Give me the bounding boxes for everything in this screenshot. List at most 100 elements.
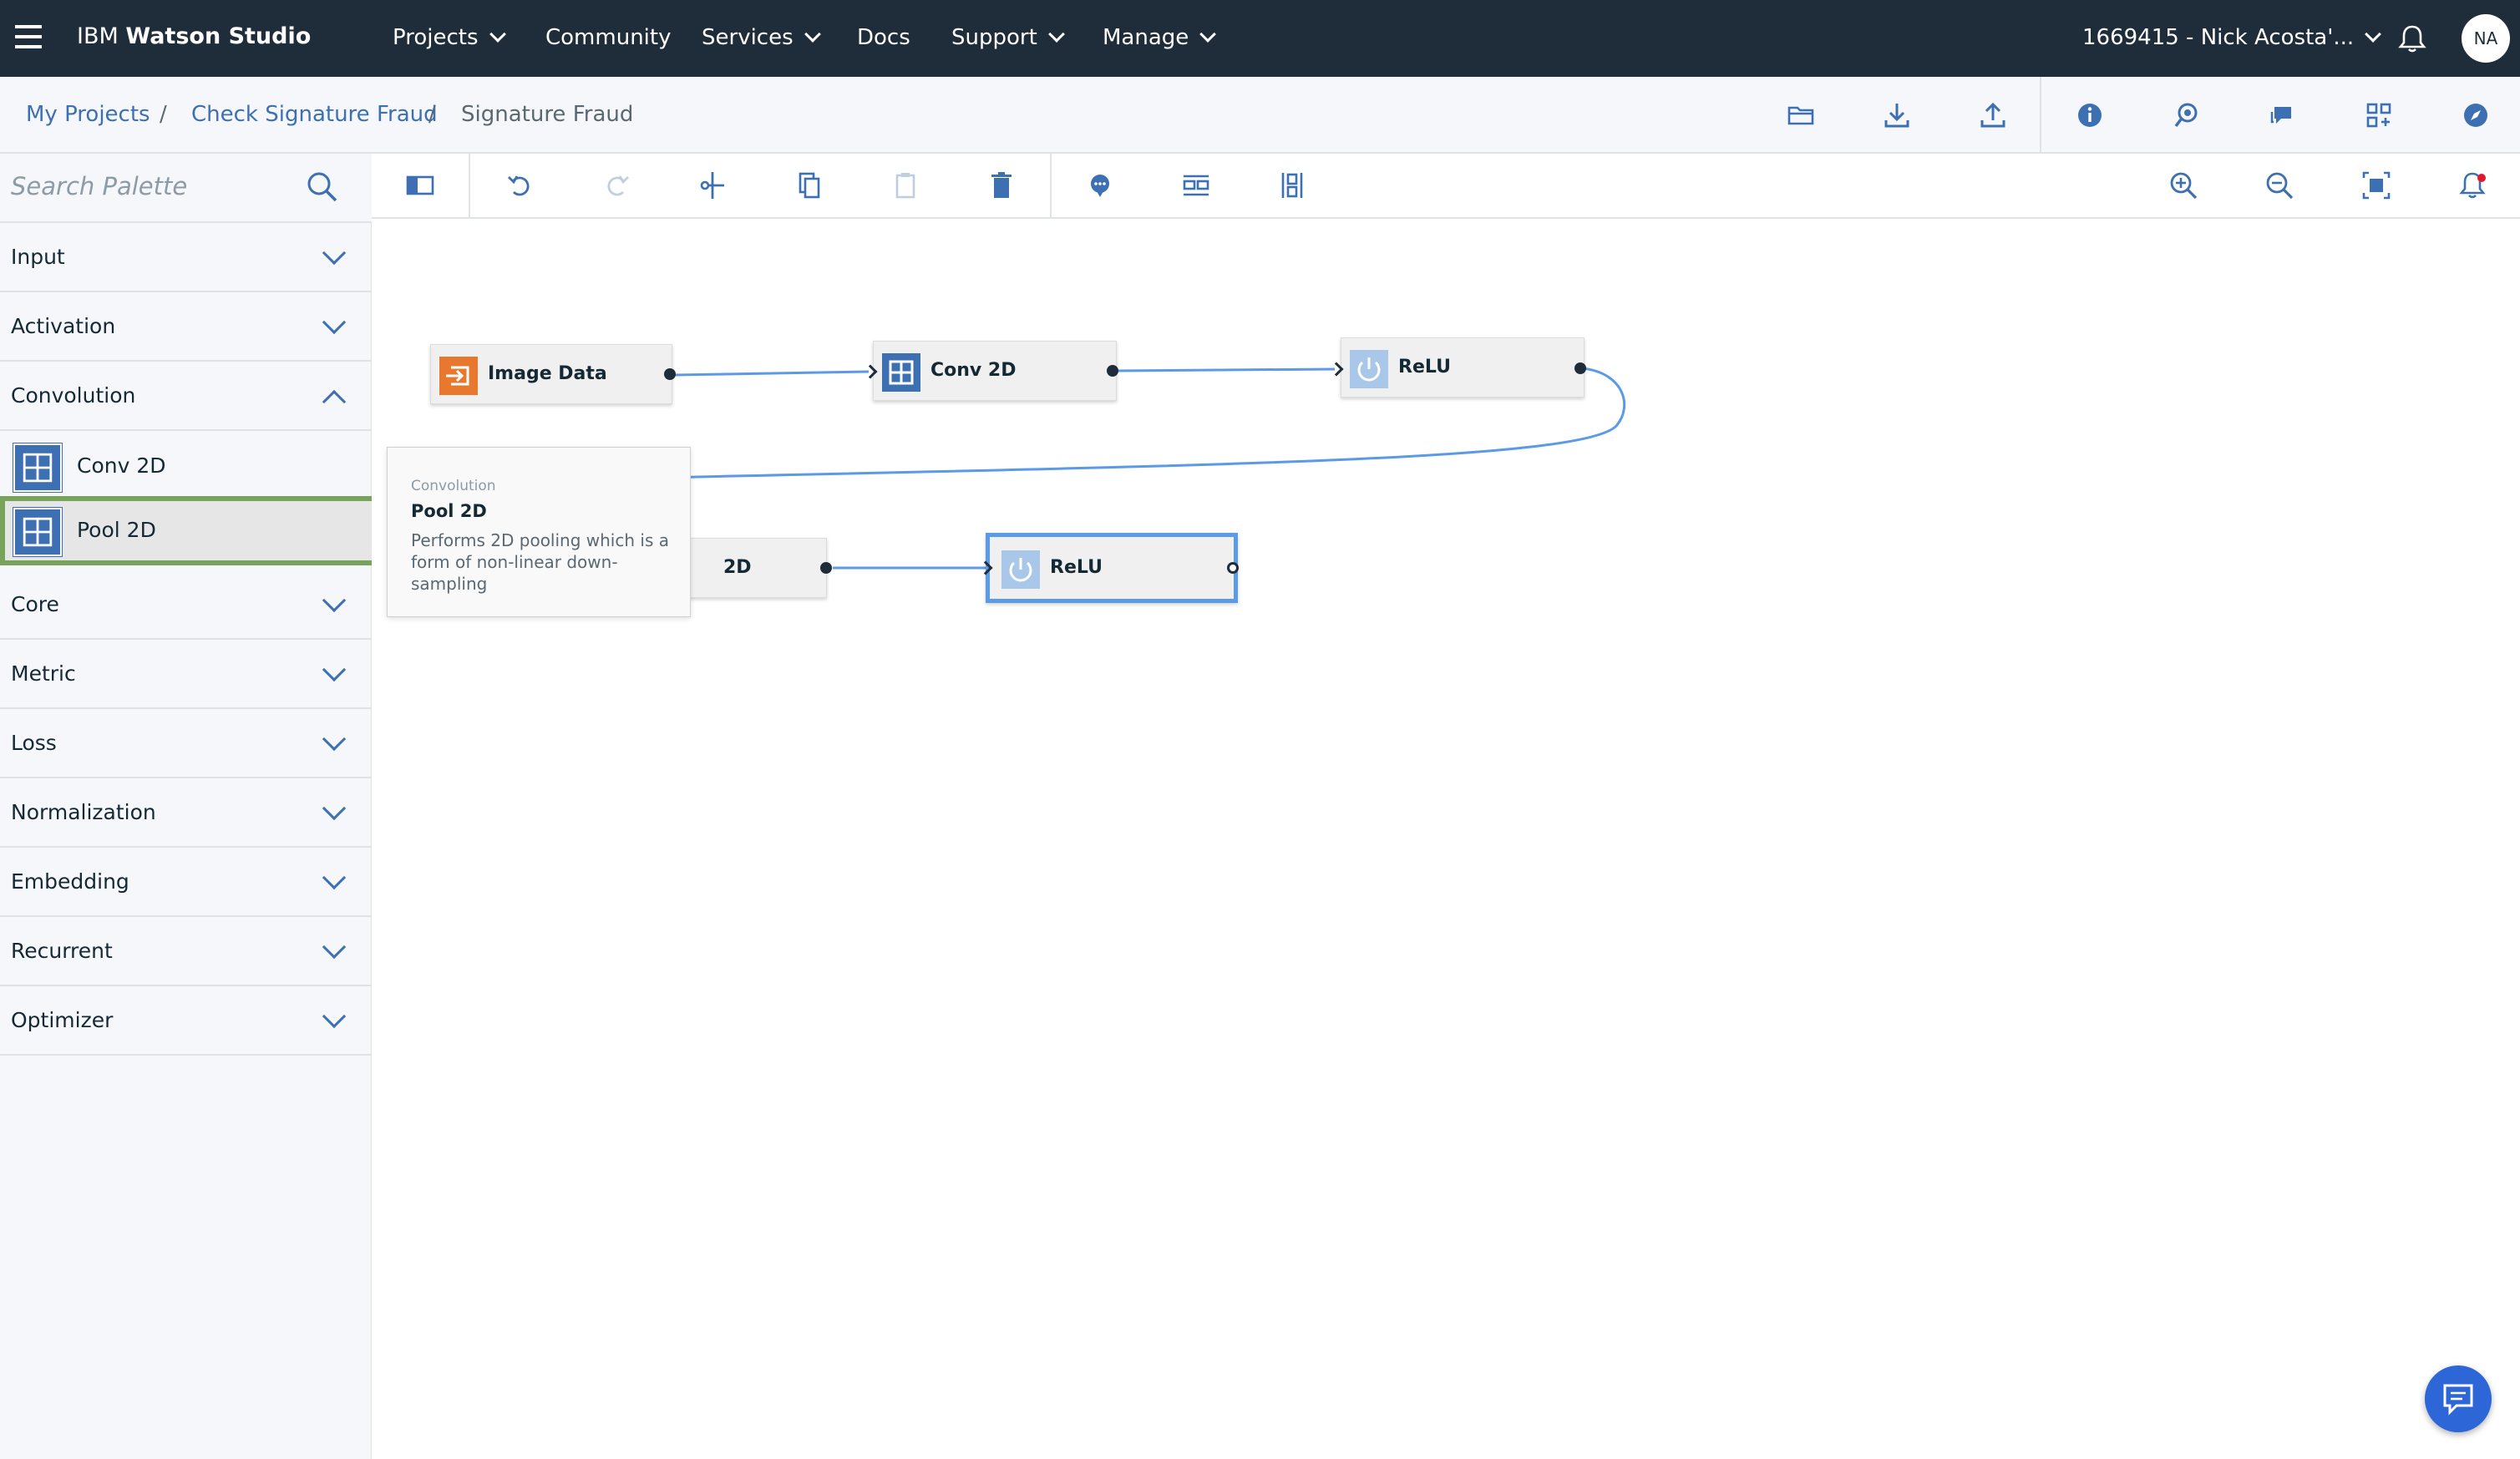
add-comment-icon[interactable]	[1083, 169, 1117, 202]
search-icon[interactable]	[304, 169, 341, 205]
compass-icon[interactable]	[2461, 100, 2491, 130]
search-input[interactable]: Search Palette	[11, 172, 187, 200]
tooltip-category: Convolution	[411, 478, 496, 494]
cut-icon[interactable]	[696, 169, 729, 202]
category-label: Input	[11, 245, 65, 269]
chevron-down-icon	[1199, 26, 1217, 43]
category-label: Loss	[11, 731, 57, 755]
chevron-down-icon	[322, 310, 347, 335]
chevron-down-icon	[322, 657, 347, 682]
output-port[interactable]	[1227, 562, 1239, 574]
nav-services[interactable]: Services	[702, 25, 821, 50]
download-icon[interactable]	[1882, 100, 1912, 130]
tooltip-description: Performs 2D pooling which is a form of n…	[411, 530, 669, 594]
nav-support[interactable]: Support	[951, 25, 1065, 50]
output-port[interactable]	[664, 368, 676, 380]
flow-canvas[interactable]: Image Data Conv 2D ReLU 2D ReLU	[372, 219, 2520, 1459]
node-label: ReLU	[1398, 357, 1451, 377]
nav-label: Support	[951, 25, 1037, 50]
palette-category-normalization[interactable]: Normalization	[0, 778, 372, 848]
nav-docs[interactable]: Docs	[857, 25, 910, 50]
output-port[interactable]	[1574, 362, 1586, 374]
chat-icon	[2443, 1384, 2473, 1416]
category-label: Optimizer	[11, 1008, 114, 1032]
palette-category-activation[interactable]: Activation	[0, 292, 372, 362]
nav-manage[interactable]: Manage	[1103, 25, 1217, 50]
arrange-vertical-icon[interactable]	[1275, 169, 1309, 202]
chevron-down-icon	[322, 865, 347, 890]
zoom-out-icon[interactable]	[2263, 169, 2296, 202]
nav-projects[interactable]: Projects	[393, 25, 506, 50]
palette-category-loss[interactable]: Loss	[0, 709, 372, 778]
breadcrumb-separator: /	[428, 102, 436, 127]
data-assets-icon[interactable]	[2172, 100, 2202, 130]
chevron-down-icon	[2365, 26, 2382, 43]
brand-prefix: IBM	[77, 23, 126, 49]
hamburger-menu-icon[interactable]	[15, 25, 42, 48]
grid-icon	[13, 508, 62, 556]
grid-view-icon[interactable]	[2364, 100, 2394, 130]
upload-icon[interactable]	[1978, 100, 2008, 130]
node-label: ReLU	[1050, 557, 1103, 578]
canvas-node-relu[interactable]: ReLU	[1341, 337, 1585, 398]
node-palette: Search Palette Input Activation Convolut…	[0, 154, 380, 1459]
nav-community[interactable]: Community	[545, 25, 671, 50]
palette-item-pool-2d[interactable]: Pool 2D	[0, 496, 380, 565]
palette-category-convolution[interactable]: Convolution	[0, 362, 372, 431]
power-icon	[1350, 350, 1388, 388]
nav-label: Manage	[1103, 25, 1189, 50]
nav-label: Community	[545, 25, 672, 50]
breadcrumb-check-signature-fraud[interactable]: Check Signature Fraud	[191, 102, 438, 127]
arrange-horizontal-icon[interactable]	[1179, 169, 1213, 202]
undo-icon[interactable]	[504, 169, 537, 202]
chevron-down-icon	[489, 26, 506, 43]
avatar-initials: NA	[2473, 28, 2498, 48]
chevron-down-icon	[322, 796, 347, 821]
nav-label: Docs	[857, 25, 910, 50]
canvas-node-image-data[interactable]: Image Data	[430, 344, 672, 404]
palette-item-conv-2d[interactable]: Conv 2D	[0, 432, 372, 501]
zoom-in-icon[interactable]	[2167, 169, 2200, 202]
output-port[interactable]	[820, 562, 832, 574]
grid-icon	[13, 443, 62, 492]
breadcrumb-my-projects[interactable]: My Projects	[26, 102, 150, 127]
product-brand[interactable]: IBM Watson Studio	[77, 23, 311, 49]
palette-category-embedding[interactable]: Embedding	[0, 848, 372, 917]
breadcrumb-separator: /	[160, 102, 167, 127]
paste-icon[interactable]	[889, 169, 922, 202]
canvas-node-relu-selected[interactable]: ReLU	[986, 533, 1238, 603]
notification-bell-alert-icon[interactable]	[2456, 169, 2489, 202]
top-navigation-bar: IBM Watson Studio Projects Community Ser…	[0, 0, 2520, 77]
notifications-bell-icon[interactable]	[2397, 23, 2427, 53]
palette-category-input[interactable]: Input	[0, 223, 372, 292]
copy-icon[interactable]	[793, 169, 826, 202]
fit-to-screen-icon[interactable]	[2360, 169, 2393, 202]
grid-icon	[882, 353, 920, 392]
comments-icon[interactable]	[2268, 100, 2298, 130]
node-label: Image Data	[488, 363, 607, 384]
output-port[interactable]	[1107, 365, 1118, 377]
user-avatar[interactable]: NA	[2462, 14, 2510, 63]
palette-category-core[interactable]: Core	[0, 570, 372, 640]
category-label: Embedding	[11, 869, 129, 894]
palette-category-optimizer[interactable]: Optimizer	[0, 986, 372, 1056]
node-links	[621, 367, 1626, 570]
chevron-down-icon	[322, 1004, 347, 1029]
palette-category-recurrent[interactable]: Recurrent	[0, 917, 372, 986]
info-icon[interactable]	[2075, 100, 2105, 130]
delete-icon[interactable]	[985, 169, 1018, 202]
account-switcher[interactable]: 1669415 - Nick Acosta'...	[2082, 25, 2382, 50]
palette-search[interactable]: Search Palette	[0, 154, 372, 223]
category-label: Recurrent	[11, 939, 113, 963]
chevron-down-icon	[322, 935, 347, 960]
folder-icon[interactable]	[1786, 100, 1816, 130]
toolbar-separator	[1050, 154, 1052, 219]
palette-item-label: Conv 2D	[77, 453, 166, 478]
toggle-palette-icon[interactable]	[403, 169, 437, 202]
redo-icon[interactable]	[600, 169, 633, 202]
chat-button[interactable]	[2425, 1365, 2492, 1432]
brand-name: Watson Studio	[125, 23, 312, 49]
canvas-node-conv-2d[interactable]: Conv 2D	[873, 341, 1117, 401]
palette-category-metric[interactable]: Metric	[0, 640, 372, 709]
power-icon	[1001, 550, 1040, 589]
